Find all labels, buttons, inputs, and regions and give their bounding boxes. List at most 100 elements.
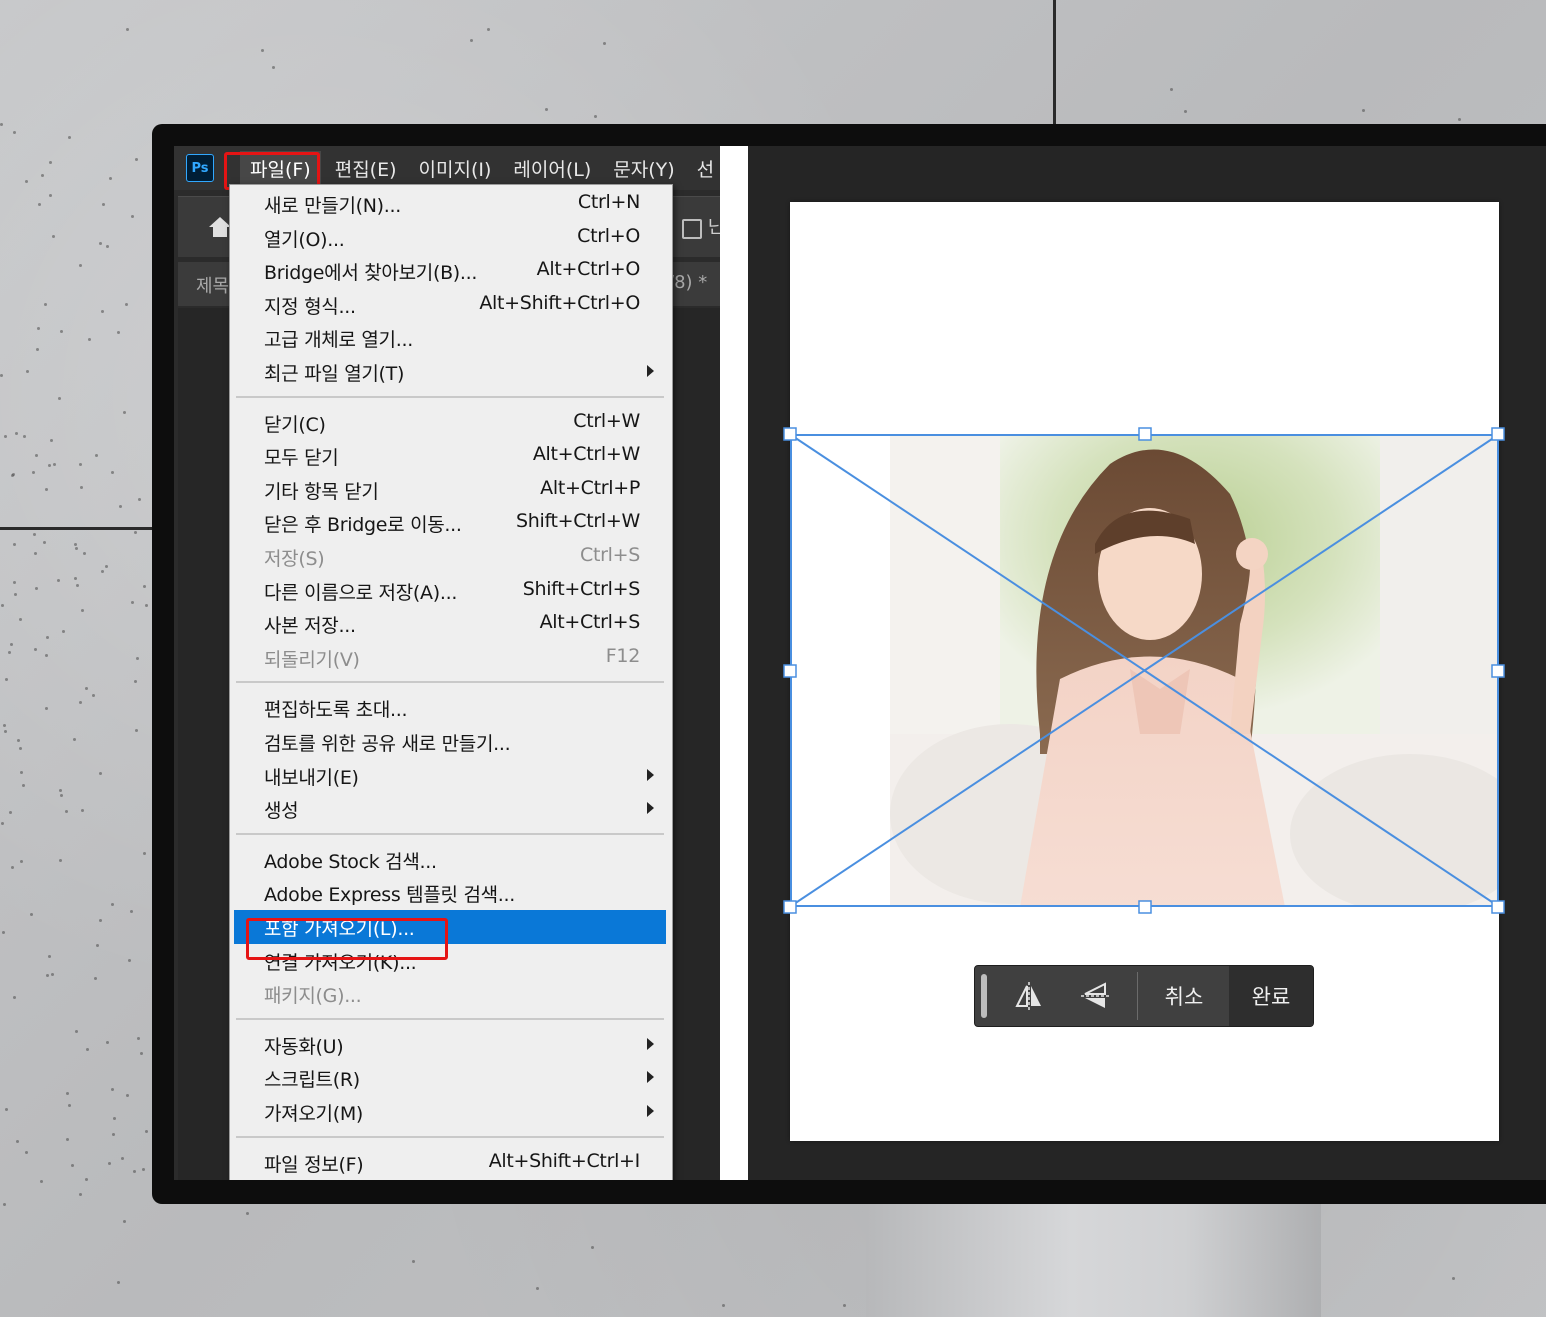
file-menu-item[interactable]: 저장(S) Ctrl+S — [234, 540, 666, 574]
options-checkbox-label: 난 — [708, 217, 720, 238]
file-menu-item[interactable]: 내보내기(E) — [234, 759, 666, 793]
wall-speck — [85, 1177, 89, 1181]
file-menu-item[interactable]: 검토를 위한 공유 새로 만들기... — [234, 725, 666, 759]
file-menu-item[interactable]: 모두 닫기 Alt+Ctrl+W — [234, 439, 666, 473]
wall-speck — [57, 397, 61, 401]
menu-item-label: 생성 — [264, 800, 299, 823]
wall-speck — [74, 547, 78, 551]
panel-divider — [720, 146, 748, 1180]
menu-type[interactable]: 문자(Y) — [613, 155, 674, 182]
wall-speck — [52, 463, 56, 467]
wall-speck — [111, 1087, 115, 1091]
wall-speck — [1170, 87, 1174, 91]
wall-speck — [470, 38, 474, 42]
wall-speck — [98, 242, 102, 246]
file-menu-item[interactable]: 고급 개체로 열기... — [234, 321, 666, 355]
wall-speck — [143, 585, 147, 589]
wall-speck — [21, 784, 25, 788]
options-checkbox[interactable] — [682, 219, 702, 239]
wall-speck — [81, 609, 85, 613]
free-transform-bounding-box[interactable] — [783, 427, 1505, 914]
file-menu-item[interactable]: 포함 가져오기(L)... — [234, 910, 666, 944]
wall-speck — [51, 234, 55, 238]
transform-handle[interactable] — [783, 900, 797, 914]
wall-speck — [100, 309, 104, 313]
wall-speck — [1451, 1277, 1455, 1281]
task-bar-grip-handle[interactable] — [981, 974, 987, 1018]
wall-speck — [18, 617, 22, 621]
file-menu-item[interactable]: 최근 파일 열기(T) — [234, 355, 666, 389]
file-menu-item[interactable]: Bridge에서 찾아보기(B)... Alt+Ctrl+O — [234, 254, 666, 288]
file-menu-item[interactable]: Adobe Stock 검색... — [234, 843, 666, 877]
transform-handle[interactable] — [783, 664, 797, 678]
file-menu-item[interactable]: 편집하도록 초대... — [234, 691, 666, 725]
wall-speck — [85, 687, 89, 691]
file-menu-dropdown: 새로 만들기(N)... Ctrl+N 열기(O)... Ctrl+O Bridge에서… — [229, 184, 673, 1180]
wall-speck — [246, 1211, 250, 1215]
wall-speck — [20, 859, 24, 863]
file-menu-item[interactable]: 닫은 후 Bridge로 이동... Shift+Ctrl+W — [234, 506, 666, 540]
transform-handle[interactable] — [1491, 664, 1505, 678]
wall-speck — [75, 583, 79, 587]
wall-speck — [9, 643, 13, 647]
wall-speck — [11, 473, 15, 477]
file-menu-item[interactable]: 지정 형식... Alt+Shift+Ctrl+O — [234, 288, 666, 322]
document-tab-title[interactable]: 제목 — [196, 272, 229, 298]
file-menu-item[interactable]: 새로 만들기(N)... Ctrl+N — [234, 187, 666, 221]
file-menu-item[interactable]: 생성 — [234, 792, 666, 826]
file-menu-item[interactable]: 사본 저장... Alt+Ctrl+S — [234, 607, 666, 641]
flip-horizontal-icon[interactable] — [1011, 978, 1047, 1014]
file-menu-item[interactable]: 기타 항목 닫기 Alt+Ctrl+P — [234, 473, 666, 507]
menu-item-label: 패키지(G)... — [264, 985, 362, 1008]
file-menu-item[interactable]: 패키지(G)... — [234, 977, 666, 1011]
menu-item-label: 모두 닫기 — [264, 447, 339, 470]
wall-speck — [44, 654, 48, 658]
transform-handle[interactable] — [783, 427, 797, 441]
wall-speck — [594, 114, 598, 118]
menu-item-shortcut: Alt+Ctrl+O — [536, 258, 641, 281]
wall-speck — [99, 918, 103, 922]
wall-speck — [123, 1219, 127, 1223]
done-button[interactable]: 완료 — [1229, 966, 1313, 1026]
transform-handle[interactable] — [1491, 427, 1505, 441]
file-menu-item[interactable]: 자동화(U) — [234, 1028, 666, 1062]
wall-speck — [34, 586, 38, 590]
menu-select[interactable]: 선 — [697, 155, 714, 182]
file-menu-item[interactable]: 다른 이름으로 저장(A)... Shift+Ctrl+S — [234, 574, 666, 608]
wall-speck — [142, 1168, 146, 1171]
wall-speck — [13, 996, 17, 1000]
wall-speck — [116, 1281, 120, 1285]
photoshop-window: Ps 파일(F) 편집(E) 이미지(I) 레이어(L) 문자(Y) 선 난 제… — [174, 146, 720, 1180]
flip-vertical-icon[interactable] — [1077, 978, 1113, 1014]
menu-item-label: Bridge에서 찾아보기(B)... — [264, 262, 478, 285]
wall-speck — [0, 603, 4, 607]
menu-layer[interactable]: 레이어(L) — [513, 155, 591, 182]
wall-speck — [108, 1162, 112, 1166]
file-menu-item[interactable]: 연결 가져오기(K)... — [234, 944, 666, 978]
wall-speck — [32, 470, 36, 474]
menu-image[interactable]: 이미지(I) — [419, 155, 492, 182]
transform-handle[interactable] — [1138, 427, 1152, 441]
file-menu-item[interactable]: 되돌리기(V) F12 — [234, 641, 666, 675]
wall-speck — [24, 179, 28, 183]
menu-file[interactable]: 파일(F) — [240, 150, 321, 186]
wall-speck — [5, 677, 9, 681]
wall-speck — [3, 730, 7, 734]
file-menu-item[interactable]: 스크립트(R) — [234, 1061, 666, 1095]
wall-speck — [44, 303, 48, 307]
file-menu-item[interactable]: 가져오기(M) — [234, 1095, 666, 1129]
submenu-arrow-icon — [647, 802, 654, 815]
cancel-button[interactable]: 취소 — [1139, 966, 1229, 1026]
menu-item-shortcut: Alt+Shift+Ctrl+I — [488, 1149, 641, 1172]
file-menu-item[interactable]: 파일 정보(F) Alt+Shift+Ctrl+I — [234, 1146, 666, 1180]
file-menu-item[interactable]: Adobe Express 템플릿 검색... — [234, 876, 666, 910]
wall-speck — [4, 1108, 8, 1112]
wall-speck — [1362, 109, 1366, 113]
photoshop-logo-icon: Ps — [186, 154, 214, 182]
file-menu-item[interactable]: 닫기(C) Ctrl+W — [234, 406, 666, 440]
transform-handle[interactable] — [1138, 900, 1152, 914]
wall-speck — [44, 488, 48, 492]
menu-edit[interactable]: 편집(E) — [335, 155, 397, 182]
file-menu-item[interactable]: 열기(O)... Ctrl+O — [234, 221, 666, 255]
transform-handle[interactable] — [1491, 900, 1505, 914]
